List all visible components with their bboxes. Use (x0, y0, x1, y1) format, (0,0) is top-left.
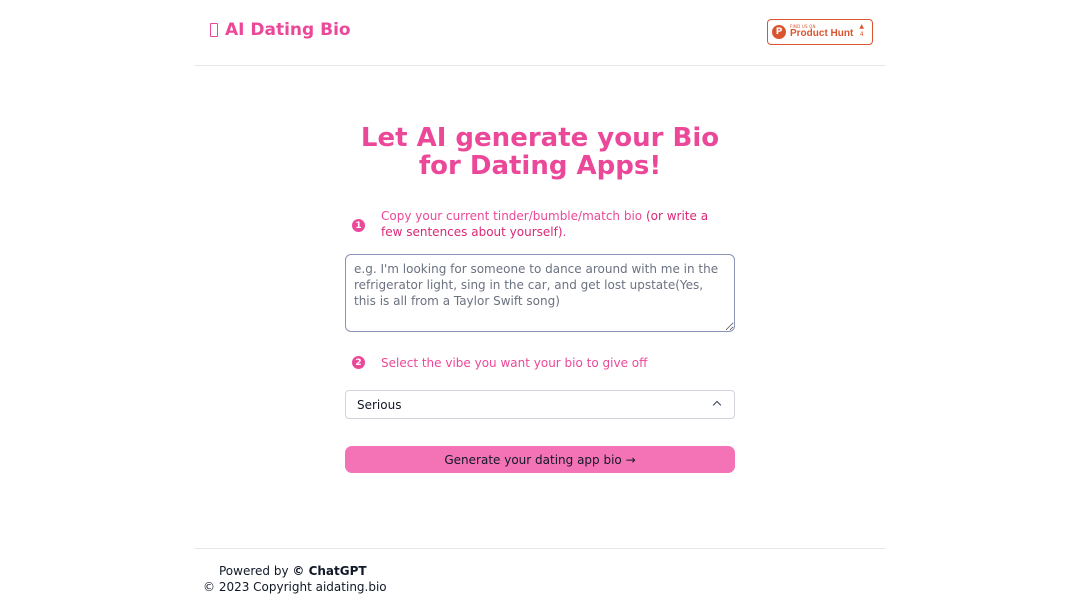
step-1-number-icon: 1 (352, 219, 365, 232)
chevron-up-icon (712, 400, 722, 410)
powered-by-prefix: Powered by (219, 564, 289, 578)
page-title: Let AI generate your Bio for Dating Apps… (360, 123, 720, 181)
brand-icon (210, 23, 218, 37)
generate-bio-button[interactable]: Generate your dating app bio → (345, 446, 735, 473)
step-1-text: Copy your current tinder/bumble/match bi… (381, 209, 643, 223)
product-hunt-votes: ▲ 4 (859, 24, 864, 38)
bio-input[interactable] (345, 254, 735, 332)
product-hunt-badge[interactable]: P FIND US ON Product Hunt ▲ 4 (767, 19, 873, 45)
product-hunt-icon: P (772, 25, 786, 39)
step-1-label: Copy your current tinder/bumble/match bi… (381, 208, 711, 240)
brand-link[interactable]: AI Dating Bio (210, 20, 351, 40)
step-1: 1 Copy your current tinder/bumble/match … (352, 208, 711, 240)
step-2-label: Select the vibe you want your bio to giv… (381, 356, 648, 370)
product-hunt-name: Product Hunt (790, 28, 854, 39)
upvote-icon: ▲ (859, 23, 864, 30)
copyright-text: © 2023 Copyright aidating.bio (203, 580, 387, 594)
powered-by: Powered by © ChatGPT (219, 564, 367, 578)
site-header: AI Dating Bio P FIND US ON Product Hunt … (194, 0, 886, 66)
brand-label: AI Dating Bio (225, 20, 351, 40)
step-2-number-icon: 2 (352, 356, 365, 369)
site-footer: Powered by © ChatGPT © 2023 Copyright ai… (194, 548, 886, 609)
powered-by-brand[interactable]: © ChatGPT (292, 564, 366, 578)
upvote-count: 4 (859, 31, 864, 38)
vibe-select[interactable]: Serious (345, 390, 735, 419)
step-1-suffix: . (562, 225, 567, 239)
step-2: 2 Select the vibe you want your bio to g… (352, 355, 711, 371)
vibe-selected-value: Serious (357, 397, 402, 412)
product-hunt-text: FIND US ON Product Hunt (790, 25, 853, 39)
